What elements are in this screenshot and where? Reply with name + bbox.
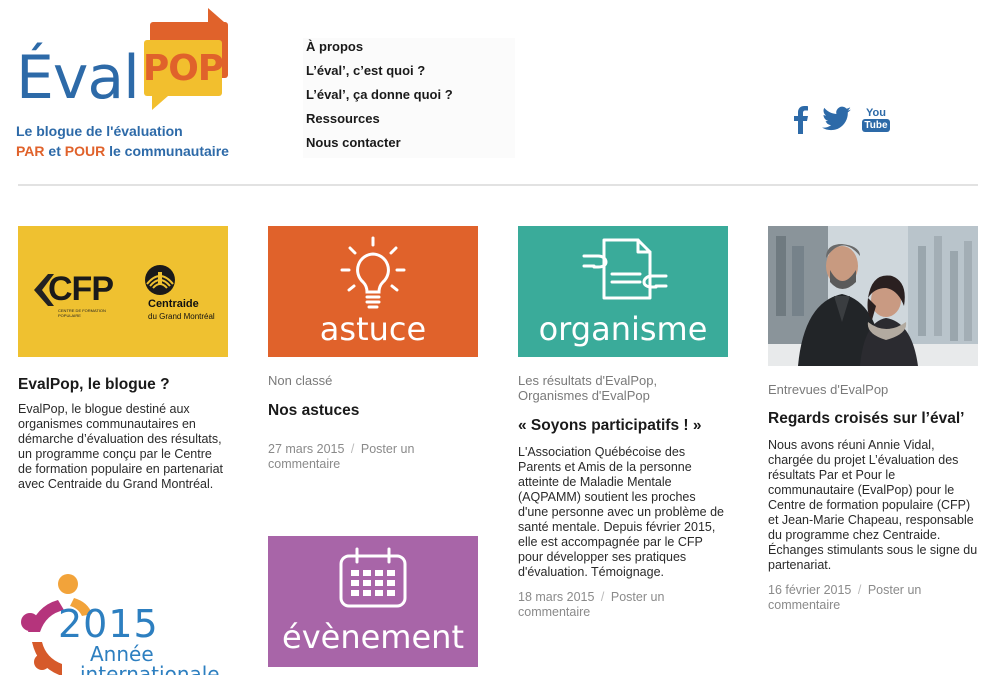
meta-separator: / — [350, 442, 355, 456]
post-date[interactable]: 27 mars 2015 — [268, 442, 344, 456]
tagline-et: et — [44, 143, 65, 159]
twitter-icon[interactable] — [822, 106, 852, 132]
post-thumbnail[interactable] — [768, 226, 978, 366]
nav-item-donne-quoi[interactable]: L’éval’, ça donne quoi ? — [303, 86, 515, 110]
post-thumbnail[interactable]: organisme — [518, 226, 728, 357]
logo-tagline-2: PAR et POUR le communautaire — [16, 143, 229, 159]
tagline-rest: le communautaire — [105, 143, 229, 159]
post-excerpt: Nous avons réuni Annie Vidal, chargée du… — [768, 438, 978, 572]
photo-two-people — [768, 226, 978, 366]
post-title[interactable]: Nos astuces — [268, 401, 478, 420]
tagline-par: PAR — [16, 143, 45, 159]
meta-separator: / — [600, 590, 605, 604]
post-thumbnail[interactable]: CFP CENTRE DE FORMATION POPULAIRE Centra… — [18, 226, 228, 357]
post-card: évènement — [268, 536, 478, 667]
post-thumbnail[interactable]: astuce — [268, 226, 478, 357]
post-date[interactable]: 16 février 2015 — [768, 583, 851, 597]
post-card: astuce Non classé Nos astuces 27 mars 20… — [268, 226, 478, 472]
post-excerpt: EvalPop, le blogue destiné aux organisme… — [18, 402, 223, 491]
main-nav: À propos L’éval’, c’est quoi ? L’éval’, … — [303, 38, 515, 158]
nav-item-a-propos[interactable]: À propos — [303, 38, 515, 62]
thumb-label: évènement — [282, 618, 464, 656]
post-card: Entrevues d'EvalPop Regards croisés sur … — [768, 226, 978, 613]
post-date[interactable]: 18 mars 2015 — [518, 590, 594, 604]
post-title[interactable]: Regards croisés sur l’éval’ — [768, 409, 978, 428]
nav-item-c-est-quoi[interactable]: L’éval’, c’est quoi ? — [303, 62, 515, 86]
centraide-logo-sub: du Grand Montréal — [148, 312, 215, 321]
calendar-icon — [339, 547, 407, 608]
post-excerpt: L'Association Québécoise des Parents et … — [518, 445, 725, 579]
post-card: CFP CENTRE DE FORMATION POPULAIRE Centra… — [18, 226, 228, 492]
logo-pop-text: POP — [142, 47, 224, 89]
logo-tagline-1: Le blogue de l'évaluation — [16, 123, 183, 139]
document-hands-icon — [582, 238, 668, 300]
header-divider — [18, 184, 978, 186]
facebook-icon[interactable] — [790, 104, 810, 134]
nav-item-ressources[interactable]: Ressources — [303, 110, 515, 134]
tagline-pour: POUR — [64, 143, 106, 159]
centraide-logo-name: Centraide — [148, 298, 199, 310]
thumb-label: organisme — [538, 310, 708, 348]
cfp-logo-sub: CENTRE DE FORMATION POPULAIRE — [58, 308, 106, 318]
nav-item-contact[interactable]: Nous contacter — [303, 134, 515, 158]
meta-separator: / — [857, 583, 862, 597]
post-title[interactable]: EvalPop, le blogue ? — [18, 375, 228, 394]
post-card: organisme Les résultats d'EvalPop, Organ… — [518, 226, 728, 620]
cfp-logo-text: CFP — [48, 270, 114, 308]
post-meta: 27 mars 2015 / Poster un commentaire — [268, 442, 478, 472]
post-meta: 18 mars 2015 / Poster un commentaire — [518, 590, 728, 620]
thumb-label: astuce — [319, 310, 427, 348]
logo-eval-text: Éval — [16, 43, 140, 113]
centraide-logo-icon — [145, 265, 175, 295]
lightbulb-icon — [340, 236, 406, 309]
youtube-icon[interactable]: You Tube — [862, 104, 890, 134]
post-title[interactable]: « Soyons participatifs ! » — [518, 416, 728, 435]
post-category[interactable]: Les résultats d'EvalPop, Organismes d'Ev… — [518, 373, 728, 403]
post-category[interactable]: Entrevues d'EvalPop — [768, 382, 978, 397]
social-links: You Tube — [790, 104, 890, 134]
post-category[interactable]: Non classé — [268, 373, 478, 388]
youtube-you: You — [866, 106, 886, 119]
post-thumbnail[interactable]: évènement — [268, 536, 478, 667]
year-logo-year: 2015 — [58, 602, 159, 646]
international-year-logo[interactable]: 2015 Année internationale — [18, 572, 233, 675]
youtube-tube: Tube — [862, 118, 890, 132]
site-logo[interactable]: POP Éval Le blogue de l'évaluation PAR e… — [14, 8, 244, 163]
logo-bubble: POP — [142, 40, 224, 110]
year-logo-line2: internationale — [80, 662, 220, 675]
post-meta: 16 février 2015 / Poster un commentaire — [768, 583, 978, 613]
